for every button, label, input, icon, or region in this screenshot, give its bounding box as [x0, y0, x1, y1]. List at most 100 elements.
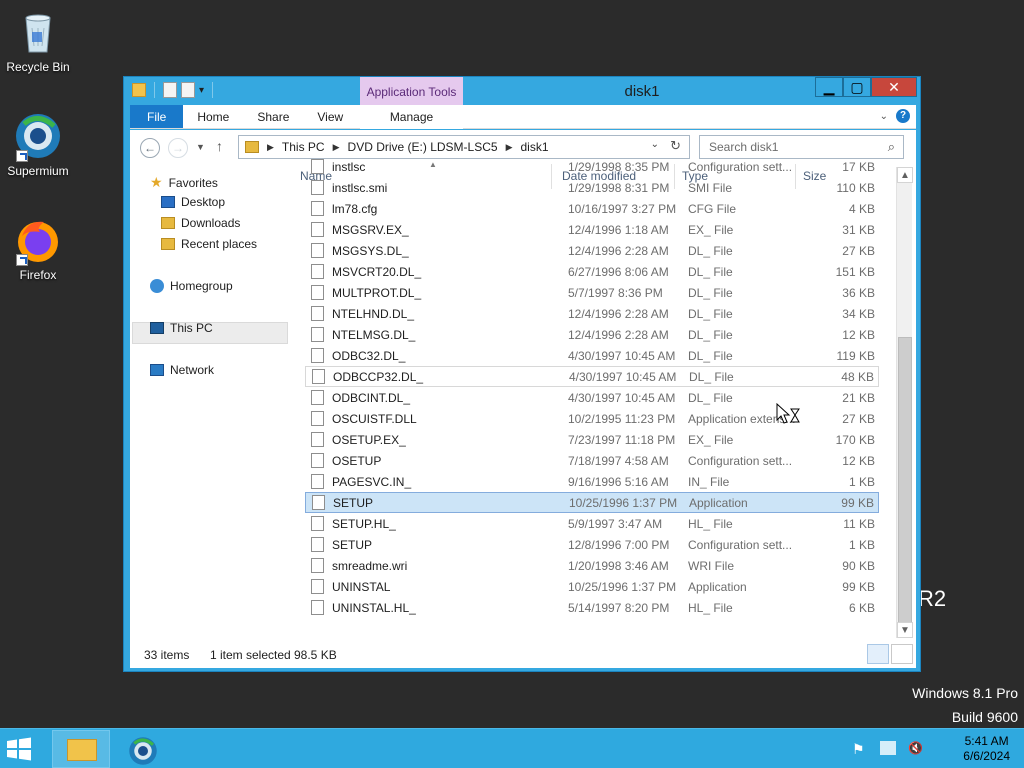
- nav-favorites[interactable]: ★ Favorites: [150, 174, 218, 191]
- file-row[interactable]: MULTPROT.DL_ 5/7/1997 8:36 PM DL_ File 36 K…: [305, 282, 879, 303]
- file-size: 34 KB: [842, 306, 875, 321]
- file-type: DL_ File: [688, 327, 733, 342]
- forward-button[interactable]: →: [168, 138, 188, 158]
- tab-view[interactable]: View: [303, 105, 357, 128]
- tab-manage[interactable]: Manage: [360, 105, 463, 129]
- file-row[interactable]: SETUP.HL_ 5/9/1997 3:47 AM HL_ File 11 KB: [305, 513, 879, 534]
- file-size: 6 KB: [848, 600, 875, 615]
- details-view-button[interactable]: [867, 644, 889, 664]
- file-type: EX_ File: [688, 222, 734, 237]
- file-name: OSCUISTF.DLL: [332, 411, 417, 426]
- help-icon[interactable]: ?: [896, 109, 910, 123]
- status-bar: 33 items 1 item selected 98.5 KB: [130, 638, 916, 668]
- file-row[interactable]: MSVCRT20.DL_ 6/27/1996 8:06 AM DL_ File 151…: [305, 261, 879, 282]
- file-date-modified: 4/30/1997 10:45 AM: [569, 369, 677, 384]
- file-row[interactable]: NTELMSG.DL_ 12/4/1996 2:28 AM DL_ File 12 K…: [305, 324, 879, 345]
- close-button[interactable]: ✕: [871, 77, 917, 97]
- file-row[interactable]: SETUP 12/8/1996 7:00 PM Configuration sett…: [305, 534, 879, 555]
- file-type: CFG File: [688, 201, 736, 216]
- nav-downloads[interactable]: Downloads: [161, 216, 240, 230]
- homegroup-icon: [150, 279, 164, 293]
- recent-locations-icon[interactable]: ▼: [196, 142, 205, 152]
- address-dropdown-icon[interactable]: ⌄: [651, 139, 659, 150]
- file-row[interactable]: MSGSYS.DL_ 12/4/1996 2:28 AM DL_ File 27 KB: [305, 240, 879, 261]
- large-icons-view-button[interactable]: [891, 644, 913, 664]
- file-row[interactable]: UNINSTAL.HL_ 5/14/1997 8:20 PM HL_ File 6 K…: [305, 597, 879, 618]
- file-row[interactable]: SETUP 10/25/1996 1:37 PM Application 99 KB: [305, 492, 879, 513]
- file-row[interactable]: NTELHND.DL_ 12/4/1996 2:28 AM DL_ File 34 K…: [305, 303, 879, 324]
- file-icon: [312, 495, 325, 510]
- file-type: Configuration sett...: [688, 159, 793, 174]
- expand-ribbon-icon[interactable]: ⌄: [880, 111, 888, 122]
- speaker-muted-icon[interactable]: 🔇: [908, 741, 924, 755]
- file-date-modified: 4/30/1997 10:45 AM: [568, 348, 676, 363]
- file-row[interactable]: instlsc 1/29/1998 8:35 PM Configuration se…: [305, 156, 879, 177]
- selection-size: 98.5 KB: [294, 648, 337, 662]
- file-size: 1 KB: [848, 474, 875, 489]
- file-type: HL_ File: [688, 516, 733, 531]
- system-tray: ⚑ 🔇: [852, 741, 924, 757]
- desktop-icon-supermium[interactable]: Supermium: [0, 112, 76, 178]
- desktop-icon-recycle-bin[interactable]: Recycle Bin: [0, 8, 76, 74]
- nav-this-pc[interactable]: This PC: [150, 321, 213, 335]
- shortcut-arrow-icon: [16, 150, 28, 162]
- file-row[interactable]: ODBCCP32.DL_ 4/30/1997 10:45 AM DL_ File 48…: [305, 366, 879, 387]
- nav-recent-places[interactable]: Recent places: [161, 237, 257, 251]
- file-type: DL_ File: [688, 348, 733, 363]
- file-row[interactable]: lm78.cfg 10/16/1997 3:27 PM CFG File 4 KB: [305, 198, 879, 219]
- tab-home[interactable]: Home: [183, 105, 243, 128]
- file-type: HL_ File: [688, 600, 733, 615]
- file-type: DL_ File: [688, 306, 733, 321]
- file-name: PAGESVC.IN_: [332, 474, 412, 489]
- nav-homegroup[interactable]: Homegroup: [150, 279, 233, 293]
- file-row[interactable]: instlsc.smi 1/29/1998 8:31 PM SMI File 110 …: [305, 177, 879, 198]
- scrollbar-thumb[interactable]: [898, 337, 912, 624]
- file-row[interactable]: smreadme.wri 1/20/1998 3:46 AM WRI File 90 …: [305, 555, 879, 576]
- action-center-flag-icon[interactable]: ⚑: [852, 741, 868, 757]
- file-row[interactable]: OSETUP 7/18/1997 4:58 AM Configuration set…: [305, 450, 879, 471]
- start-button[interactable]: [6, 737, 32, 761]
- file-row[interactable]: UNINSTAL 10/25/1996 1:37 PM Application 99 …: [305, 576, 879, 597]
- taskbar-supermium[interactable]: [113, 730, 171, 768]
- file-date-modified: 6/27/1996 8:06 AM: [568, 264, 669, 279]
- file-size: 99 KB: [842, 579, 875, 594]
- file-size: 12 KB: [842, 327, 875, 342]
- clock-date: 6/6/2024: [963, 749, 1010, 763]
- breadcrumb-dvd-drive[interactable]: DVD Drive (E:) LDSM-LSC5: [348, 140, 498, 154]
- taskbar-file-explorer[interactable]: [52, 730, 110, 768]
- drive-folder-icon: [245, 141, 259, 153]
- network-icon: [150, 364, 164, 376]
- file-type: WRI File: [688, 558, 734, 573]
- file-row[interactable]: PAGESVC.IN_ 9/16/1996 5:16 AM IN_ File 1 KB: [305, 471, 879, 492]
- file-explorer-icon: [67, 739, 97, 761]
- breadcrumb-this-pc[interactable]: This PC: [282, 140, 325, 154]
- tab-file[interactable]: File: [130, 105, 184, 128]
- maximize-button[interactable]: ▢: [843, 77, 871, 97]
- file-icon: [311, 474, 324, 489]
- clock-time: 5:41 AM: [964, 734, 1009, 748]
- file-size: 12 KB: [842, 453, 875, 468]
- network-status-icon[interactable]: [880, 741, 896, 755]
- nav-desktop[interactable]: Desktop: [161, 195, 225, 209]
- minimize-button[interactable]: ▁: [815, 77, 843, 97]
- file-row[interactable]: MSGSRV.EX_ 12/4/1996 1:18 AM EX_ File 31 KB: [305, 219, 879, 240]
- file-size: 151 KB: [835, 264, 875, 279]
- file-type: Application: [689, 495, 748, 510]
- breadcrumb-disk1[interactable]: disk1: [520, 140, 548, 154]
- up-button[interactable]: ↑: [216, 138, 223, 154]
- file-row[interactable]: ODBC32.DL_ 4/30/1997 10:45 AM DL_ File 119 …: [305, 345, 879, 366]
- vertical-scrollbar[interactable]: ▲ ▼: [896, 167, 913, 638]
- back-button[interactable]: ←: [140, 138, 160, 158]
- file-type: EX_ File: [688, 432, 734, 447]
- scroll-up-icon[interactable]: ▲: [897, 167, 913, 183]
- tab-share[interactable]: Share: [243, 105, 303, 128]
- file-name: OSETUP: [332, 453, 382, 468]
- desktop-icon-firefox[interactable]: Firefox: [0, 216, 76, 282]
- title-bar[interactable]: ▾ Application Tools disk1 ▁ ▢ ✕: [124, 77, 920, 107]
- refresh-icon[interactable]: ↻: [670, 138, 681, 154]
- system-clock[interactable]: 5:41 AM 6/6/2024: [963, 734, 1010, 764]
- nav-network[interactable]: Network: [150, 363, 214, 377]
- scroll-down-icon[interactable]: ▼: [897, 622, 913, 638]
- file-row[interactable]: OSETUP.EX_ 7/23/1997 11:18 PM EX_ File 170 …: [305, 429, 879, 450]
- file-icon: [311, 600, 324, 615]
